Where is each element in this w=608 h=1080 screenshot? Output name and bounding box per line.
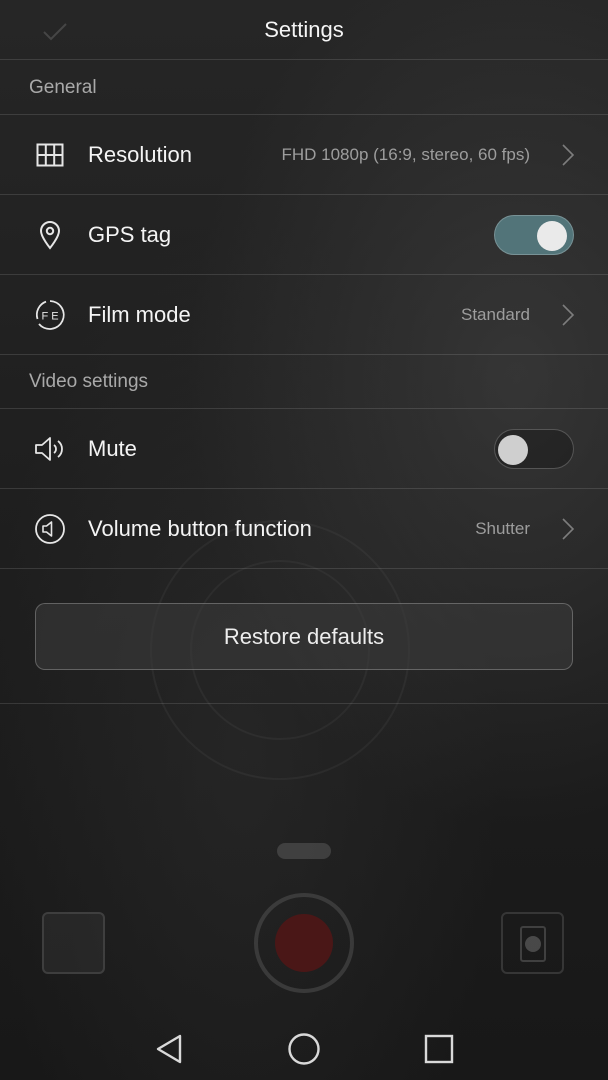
home-circle-icon[interactable] — [287, 1032, 321, 1066]
volume-button-function-value: Shutter — [475, 518, 530, 538]
section-header-general: General — [0, 61, 608, 115]
mode-drawer-handle[interactable] — [277, 843, 331, 859]
resolution-row[interactable]: Resolution FHD 1080p (16:9, stereo, 60 f… — [0, 115, 608, 195]
page-title: Settings — [264, 16, 344, 42]
film-mode-fe-icon: F E — [34, 299, 66, 331]
system-navigation-bar — [0, 1018, 608, 1080]
gps-tag-row: GPS tag — [0, 195, 608, 275]
toggle-knob — [498, 435, 528, 465]
gps-tag-label: GPS tag — [88, 221, 172, 247]
toggle-knob — [537, 221, 567, 251]
settings-header: Settings — [0, 0, 608, 60]
recents-square-icon[interactable] — [422, 1032, 456, 1066]
mute-label: Mute — [88, 435, 137, 461]
volume-button-function-label: Volume button function — [88, 515, 312, 541]
grid-icon — [34, 139, 66, 171]
chevron-right-icon — [560, 143, 576, 167]
section-header-video-settings: Video settings — [0, 355, 608, 409]
resolution-label: Resolution — [88, 141, 192, 167]
chevron-right-icon — [560, 303, 576, 327]
speaker-icon — [34, 433, 66, 465]
record-dot-icon — [275, 914, 333, 972]
gps-tag-toggle[interactable] — [494, 215, 574, 255]
film-mode-value: Standard — [461, 304, 530, 324]
volume-button-icon — [34, 513, 66, 545]
restore-defaults-button[interactable]: Restore defaults — [35, 603, 573, 670]
switch-camera-button[interactable] — [501, 912, 564, 974]
film-mode-row[interactable]: F E Film mode Standard — [0, 275, 608, 355]
volume-button-function-row[interactable]: Volume button function Shutter — [0, 489, 608, 569]
back-triangle-icon[interactable] — [152, 1032, 186, 1066]
divider — [0, 703, 608, 704]
gallery-thumbnail[interactable] — [42, 912, 105, 974]
record-button[interactable] — [254, 893, 354, 993]
film-mode-label: Film mode — [88, 301, 191, 327]
resolution-value: FHD 1080p (16:9, stereo, 60 fps) — [281, 144, 530, 164]
camera-lens-icon — [525, 936, 541, 952]
location-pin-icon — [34, 219, 66, 251]
mute-toggle[interactable] — [494, 429, 574, 469]
checkmark-icon — [40, 16, 70, 46]
chevron-right-icon — [560, 517, 576, 541]
film-mode-icon-text: F E — [41, 311, 58, 323]
mute-row: Mute — [0, 409, 608, 489]
